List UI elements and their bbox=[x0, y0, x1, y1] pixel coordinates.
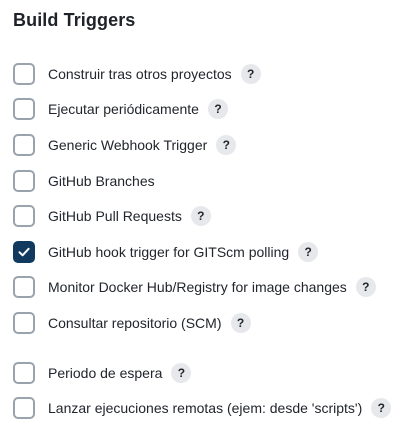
trigger-row-lanzar-ejecuciones-remotas: Lanzar ejecuciones remotas (ejem: desde … bbox=[13, 396, 392, 420]
trigger-row-consultar-repositorio: Consultar repositorio (SCM) ? bbox=[13, 311, 251, 335]
checkbox[interactable] bbox=[13, 312, 35, 334]
trigger-label[interactable]: Ejecutar periódicamente bbox=[48, 99, 199, 119]
checkbox[interactable] bbox=[13, 63, 35, 85]
checkbox[interactable] bbox=[13, 276, 35, 298]
help-icon[interactable]: ? bbox=[171, 363, 192, 383]
help-icon[interactable]: ? bbox=[216, 135, 237, 155]
trigger-label[interactable]: Lanzar ejecuciones remotas (ejem: desde … bbox=[48, 398, 362, 418]
checkbox[interactable] bbox=[13, 170, 35, 192]
trigger-label[interactable]: Construir tras otros proyectos bbox=[48, 64, 232, 84]
checkmark-icon bbox=[18, 247, 30, 257]
trigger-label[interactable]: Monitor Docker Hub/Registry for image ch… bbox=[48, 277, 347, 297]
trigger-label[interactable]: Generic Webhook Trigger bbox=[48, 135, 207, 155]
trigger-label[interactable]: GitHub hook trigger for GITScm polling bbox=[48, 242, 289, 262]
help-icon[interactable]: ? bbox=[371, 398, 392, 418]
help-icon[interactable]: ? bbox=[190, 206, 211, 226]
trigger-row-construir-tras-otros-proyectos: Construir tras otros proyectos ? bbox=[13, 62, 261, 86]
trigger-row-github-pull-requests: GitHub Pull Requests ? bbox=[13, 204, 211, 228]
help-icon[interactable]: ? bbox=[298, 242, 319, 262]
help-icon[interactable]: ? bbox=[240, 64, 261, 84]
trigger-row-periodo-de-espera: Periodo de espera ? bbox=[13, 361, 192, 385]
checkbox[interactable] bbox=[13, 205, 35, 227]
help-icon[interactable]: ? bbox=[355, 277, 376, 297]
trigger-label[interactable]: Consultar repositorio (SCM) bbox=[48, 313, 222, 333]
trigger-row-github-hook-trigger: GitHub hook trigger for GITScm polling ? bbox=[13, 240, 319, 264]
checkbox[interactable] bbox=[13, 397, 35, 419]
help-icon[interactable]: ? bbox=[230, 313, 251, 333]
help-icon[interactable]: ? bbox=[207, 99, 228, 119]
checkbox[interactable] bbox=[13, 134, 35, 156]
trigger-row-github-branches: GitHub Branches bbox=[13, 169, 155, 193]
checkbox-checked[interactable] bbox=[13, 241, 35, 263]
trigger-label[interactable]: GitHub Branches bbox=[48, 171, 155, 191]
trigger-label[interactable]: Periodo de espera bbox=[48, 363, 162, 383]
trigger-row-generic-webhook-trigger: Generic Webhook Trigger ? bbox=[13, 133, 237, 157]
trigger-label[interactable]: GitHub Pull Requests bbox=[48, 206, 182, 226]
checkbox[interactable] bbox=[13, 98, 35, 120]
trigger-row-ejecutar-periodicamente: Ejecutar periódicamente ? bbox=[13, 97, 228, 121]
checkbox[interactable] bbox=[13, 362, 35, 384]
build-triggers-list: Construir tras otros proyectos ? Ejecuta… bbox=[0, 0, 418, 442]
trigger-row-monitor-docker-hub: Monitor Docker Hub/Registry for image ch… bbox=[13, 275, 376, 299]
